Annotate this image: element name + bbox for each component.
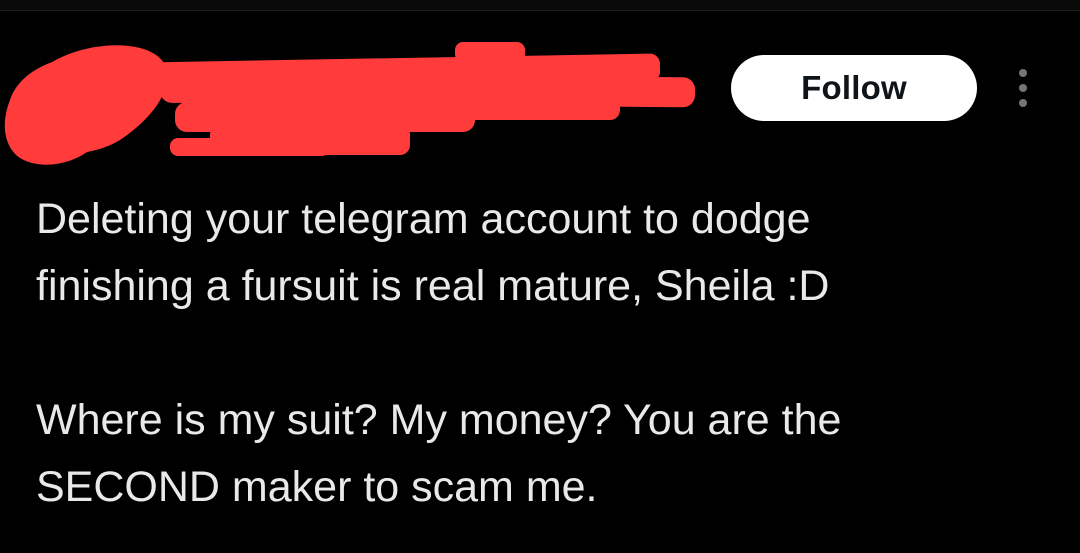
tweet-paragraph: Deleting your telegram account to dodge … [36,186,1066,320]
more-dot [1019,69,1027,77]
tweet-line: Where is my suit? My money? You are the [36,396,842,444]
tweet-line: Deleting your telegram account to dodge [36,195,811,243]
tweet-line: SECOND maker to scam me. [36,463,598,511]
more-dot [1019,84,1027,92]
tweet-line: finishing a fursuit is real mature, Shei… [36,262,830,310]
redaction-scribble [4,42,696,165]
more-dot [1019,99,1027,107]
tweet-text: Deleting your telegram account to dodge … [36,186,1066,521]
more-vertical-icon[interactable] [1006,66,1040,110]
follow-button[interactable]: Follow [731,55,977,121]
top-divider [0,0,1080,11]
tweet-paragraph: Where is my suit? My money? You are the … [36,387,1066,521]
